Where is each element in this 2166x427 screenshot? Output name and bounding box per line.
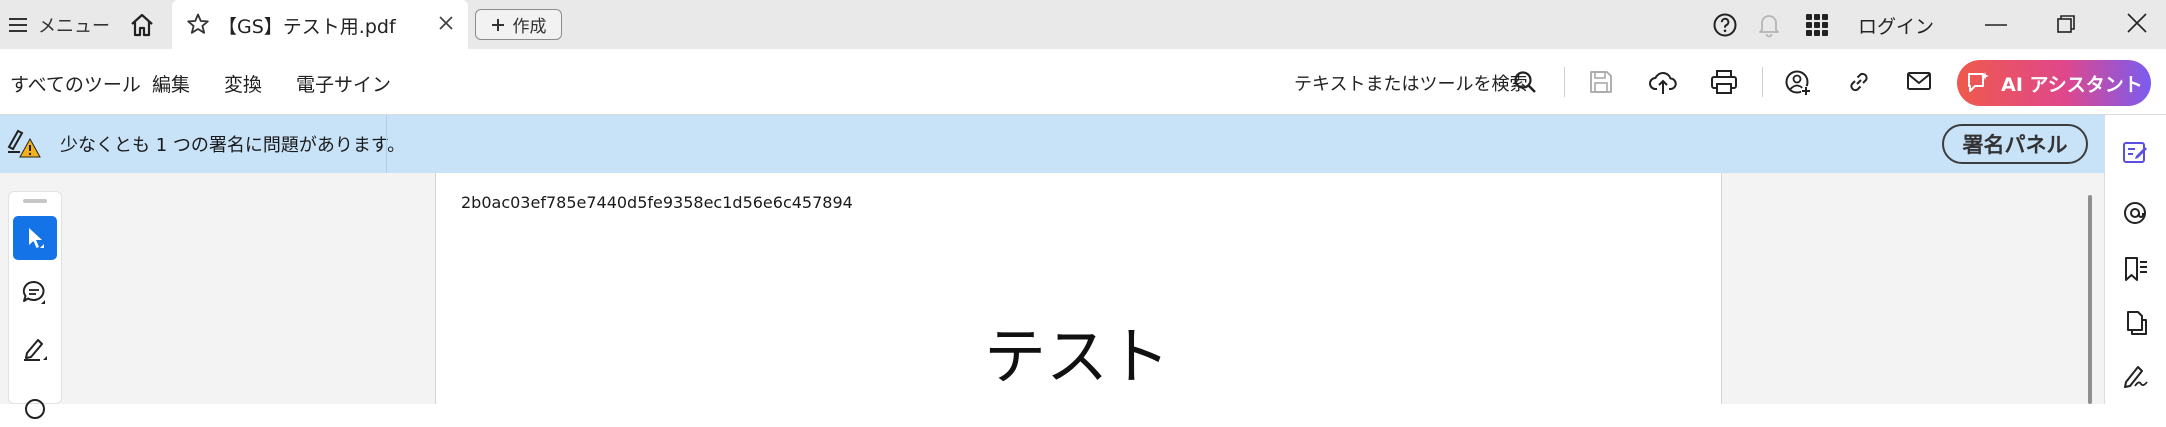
signature-panel-rail-button[interactable] <box>2120 361 2150 391</box>
save-icon[interactable] <box>1588 69 1614 95</box>
close-tab-icon[interactable] <box>436 13 456 33</box>
bookmarks-panel-button[interactable] <box>2120 254 2150 284</box>
shape-tool-icon <box>21 391 49 419</box>
ai-assistant-button[interactable]: AI アシスタント <box>1957 60 2151 106</box>
signature-panel-button[interactable]: 署名パネル <box>1942 124 2088 164</box>
link-icon[interactable] <box>1846 69 1872 95</box>
comments-panel-button[interactable] <box>2120 198 2150 228</box>
apps-grid-icon[interactable] <box>1806 14 1828 36</box>
bell-icon[interactable] <box>1757 12 1781 38</box>
create-button[interactable]: 作成 <box>475 9 562 40</box>
pdf-page[interactable]: 2b0ac03ef785e7440d5fe9358ec1d56e6c457894… <box>435 173 1722 404</box>
more-tool-button[interactable] <box>13 383 57 427</box>
comments-icon <box>2121 199 2149 227</box>
home-button[interactable] <box>126 10 158 40</box>
search-tools-label[interactable]: テキストまたはツールを検索 <box>1294 70 1527 96</box>
document-hash-text: 2b0ac03ef785e7440d5fe9358ec1d56e6c457894 <box>461 193 853 212</box>
plus-icon <box>491 18 505 32</box>
hamburger-menu-icon <box>8 17 28 33</box>
mail-icon[interactable] <box>1906 69 1932 93</box>
signature-warning-message: 少なくとも 1 つの署名に問題があります。 <box>60 135 406 156</box>
toolbar-divider <box>1564 67 1565 97</box>
menu-button[interactable]: メニュー <box>8 10 110 40</box>
right-side-rail <box>2104 115 2166 404</box>
home-icon <box>129 13 155 37</box>
document-heading: テスト <box>984 320 1171 393</box>
print-icon[interactable] <box>1710 69 1738 95</box>
help-icon[interactable] <box>1712 12 1738 38</box>
comment-icon <box>21 279 49 307</box>
quick-tools-panel <box>8 191 62 419</box>
document-tab[interactable]: 【GS】テスト用.pdf <box>172 0 468 49</box>
pages-icon <box>2121 309 2149 337</box>
login-link[interactable]: ログイン <box>1858 12 1934 39</box>
drag-handle[interactable] <box>23 199 47 203</box>
ai-assistant-label: AI アシスタント <box>2001 73 2143 96</box>
tab-title: 【GS】テスト用.pdf <box>218 16 396 38</box>
title-bar: メニュー 【GS】テスト用.pdf 作成 ログイン <box>0 0 2166 49</box>
menu-e-sign[interactable]: 電子サイン <box>296 70 391 97</box>
menu-convert[interactable]: 変換 <box>224 70 262 97</box>
highlight-tool-button[interactable] <box>13 327 57 371</box>
comment-tool-button[interactable] <box>13 271 57 315</box>
edit-panel-icon <box>2121 138 2149 166</box>
create-button-label: 作成 <box>512 17 547 37</box>
share-user-icon[interactable] <box>1784 69 1812 97</box>
menu-all-tools[interactable]: すべてのツール <box>10 70 141 97</box>
toolbar-divider <box>1762 67 1763 97</box>
restore-icon[interactable] <box>2056 14 2076 34</box>
pages-panel-button[interactable] <box>2120 308 2150 338</box>
search-icon[interactable] <box>1512 69 1538 95</box>
vertical-scrollbar[interactable] <box>2088 195 2092 404</box>
star-icon[interactable] <box>186 12 210 36</box>
signature-icon <box>2121 362 2149 390</box>
edit-panel-button[interactable] <box>2120 137 2150 167</box>
window-close-icon[interactable] <box>2126 12 2148 34</box>
signature-warning-icon <box>6 127 42 159</box>
minimize-icon[interactable] <box>1985 23 2007 27</box>
upload-cloud-icon[interactable] <box>1649 69 1677 95</box>
bookmarks-icon <box>2121 255 2149 283</box>
select-cursor-icon <box>24 226 46 250</box>
banner-divider <box>386 115 387 173</box>
ai-assistant-icon <box>1965 70 1991 96</box>
highlight-pen-icon <box>21 335 49 363</box>
menu-label: メニュー <box>38 16 110 37</box>
signature-warning-banner: 少なくとも 1 つの署名に問題があります。 署名パネル <box>0 115 2104 173</box>
menu-edit[interactable]: 編集 <box>152 70 190 97</box>
select-tool-button[interactable] <box>13 216 57 260</box>
main-toolbar: すべてのツール 編集 変換 電子サイン テキストまたはツールを検索 AI アシス… <box>0 49 2166 115</box>
